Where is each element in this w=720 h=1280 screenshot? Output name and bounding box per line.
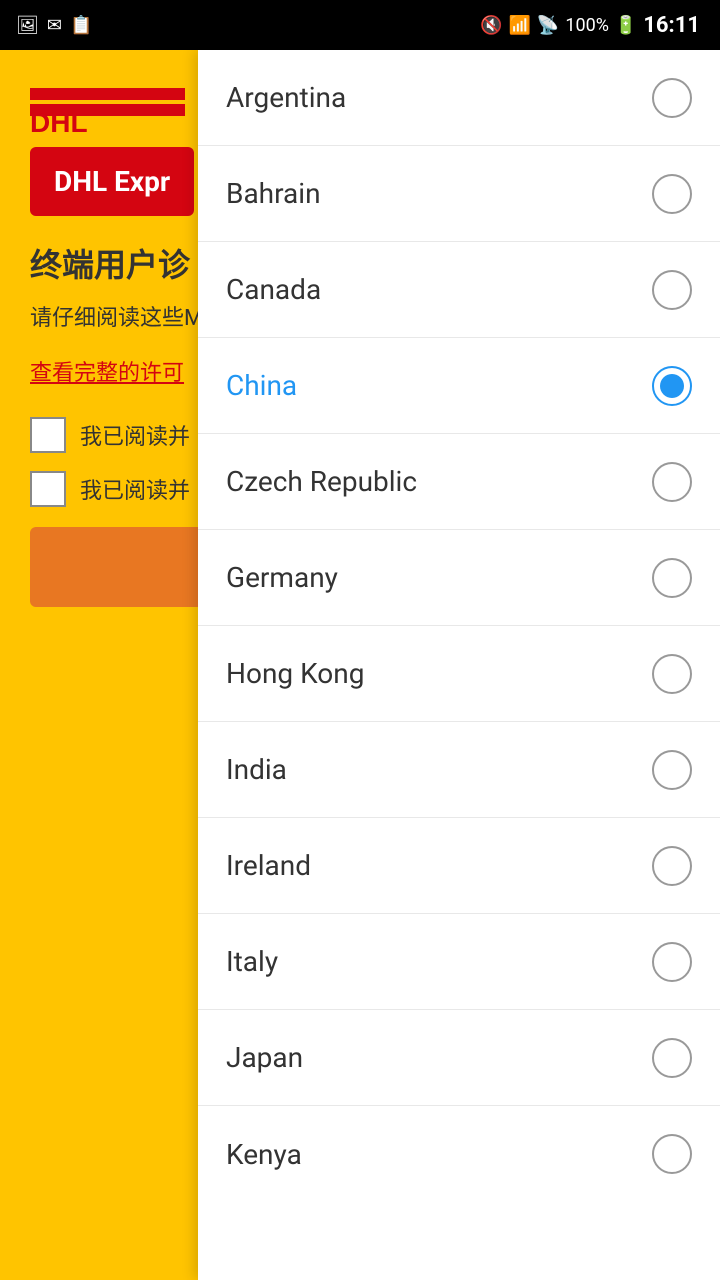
country-name-czech-republic: Czech Republic xyxy=(226,465,417,498)
country-name-india: India xyxy=(226,753,287,786)
radio-ireland[interactable] xyxy=(652,846,692,886)
notification-icon: 📋 xyxy=(70,15,92,36)
country-name-ireland: Ireland xyxy=(226,849,311,882)
country-name-china: China xyxy=(226,369,297,402)
radio-canada[interactable] xyxy=(652,270,692,310)
checkbox-2-label: 我已阅读并 xyxy=(80,473,190,505)
country-name-hong-kong: Hong Kong xyxy=(226,657,364,690)
country-item-bahrain[interactable]: Bahrain xyxy=(198,146,720,242)
country-dropdown: Argentina Bahrain Canada China Czech Republi… xyxy=(198,50,720,1280)
email-icon: ✉ xyxy=(47,15,62,36)
country-item-germany[interactable]: Germany xyxy=(198,530,720,626)
svg-text:DHL: DHL xyxy=(30,107,88,135)
country-item-japan[interactable]: Japan xyxy=(198,1010,720,1106)
dhl-logo: DHL xyxy=(30,80,190,135)
checkbox-2[interactable] xyxy=(30,471,66,507)
radio-india[interactable] xyxy=(652,750,692,790)
radio-kenya[interactable] xyxy=(652,1134,692,1174)
country-name-japan: Japan xyxy=(226,1041,303,1074)
radio-italy[interactable] xyxy=(652,942,692,982)
country-item-italy[interactable]: Italy xyxy=(198,914,720,1010)
status-bar: 🖼 ✉ 📋 🔇 📶 📡 100% 🔋 16:11 xyxy=(0,0,720,50)
signal-icon: 📡 xyxy=(537,15,559,36)
country-name-bahrain: Bahrain xyxy=(226,177,321,210)
country-name-kenya: Kenya xyxy=(226,1138,302,1171)
radio-china[interactable] xyxy=(652,366,692,406)
image-icon: 🖼 xyxy=(16,15,39,36)
status-time: 16:11 xyxy=(643,13,700,38)
radio-bahrain[interactable] xyxy=(652,174,692,214)
radio-argentina[interactable] xyxy=(652,78,692,118)
country-item-czech-republic[interactable]: Czech Republic xyxy=(198,434,720,530)
country-name-argentina: Argentina xyxy=(226,81,346,114)
country-item-canada[interactable]: Canada xyxy=(198,242,720,338)
country-name-canada: Canada xyxy=(226,273,321,306)
radio-japan[interactable] xyxy=(652,1038,692,1078)
wifi-icon: 📶 xyxy=(509,15,531,36)
country-name-germany: Germany xyxy=(226,561,338,594)
battery-label: 100% xyxy=(565,15,609,36)
country-item-kenya[interactable]: Kenya xyxy=(198,1106,720,1202)
radio-czech-republic[interactable] xyxy=(652,462,692,502)
country-item-china[interactable]: China xyxy=(198,338,720,434)
country-item-hong-kong[interactable]: Hong Kong xyxy=(198,626,720,722)
dhl-express-button: DHL Expr xyxy=(30,147,194,216)
country-list: Argentina Bahrain Canada China Czech Republi… xyxy=(198,50,720,1280)
radio-germany[interactable] xyxy=(652,558,692,598)
country-item-ireland[interactable]: Ireland xyxy=(198,818,720,914)
country-item-india[interactable]: India xyxy=(198,722,720,818)
country-name-italy: Italy xyxy=(226,945,278,978)
battery-icon: 🔋 xyxy=(615,15,637,36)
country-item-argentina[interactable]: Argentina xyxy=(198,50,720,146)
radio-hong-kong[interactable] xyxy=(652,654,692,694)
checkbox-1-label: 我已阅读并 xyxy=(80,419,190,451)
mute-icon: 🔇 xyxy=(480,15,502,36)
checkbox-1[interactable] xyxy=(30,417,66,453)
